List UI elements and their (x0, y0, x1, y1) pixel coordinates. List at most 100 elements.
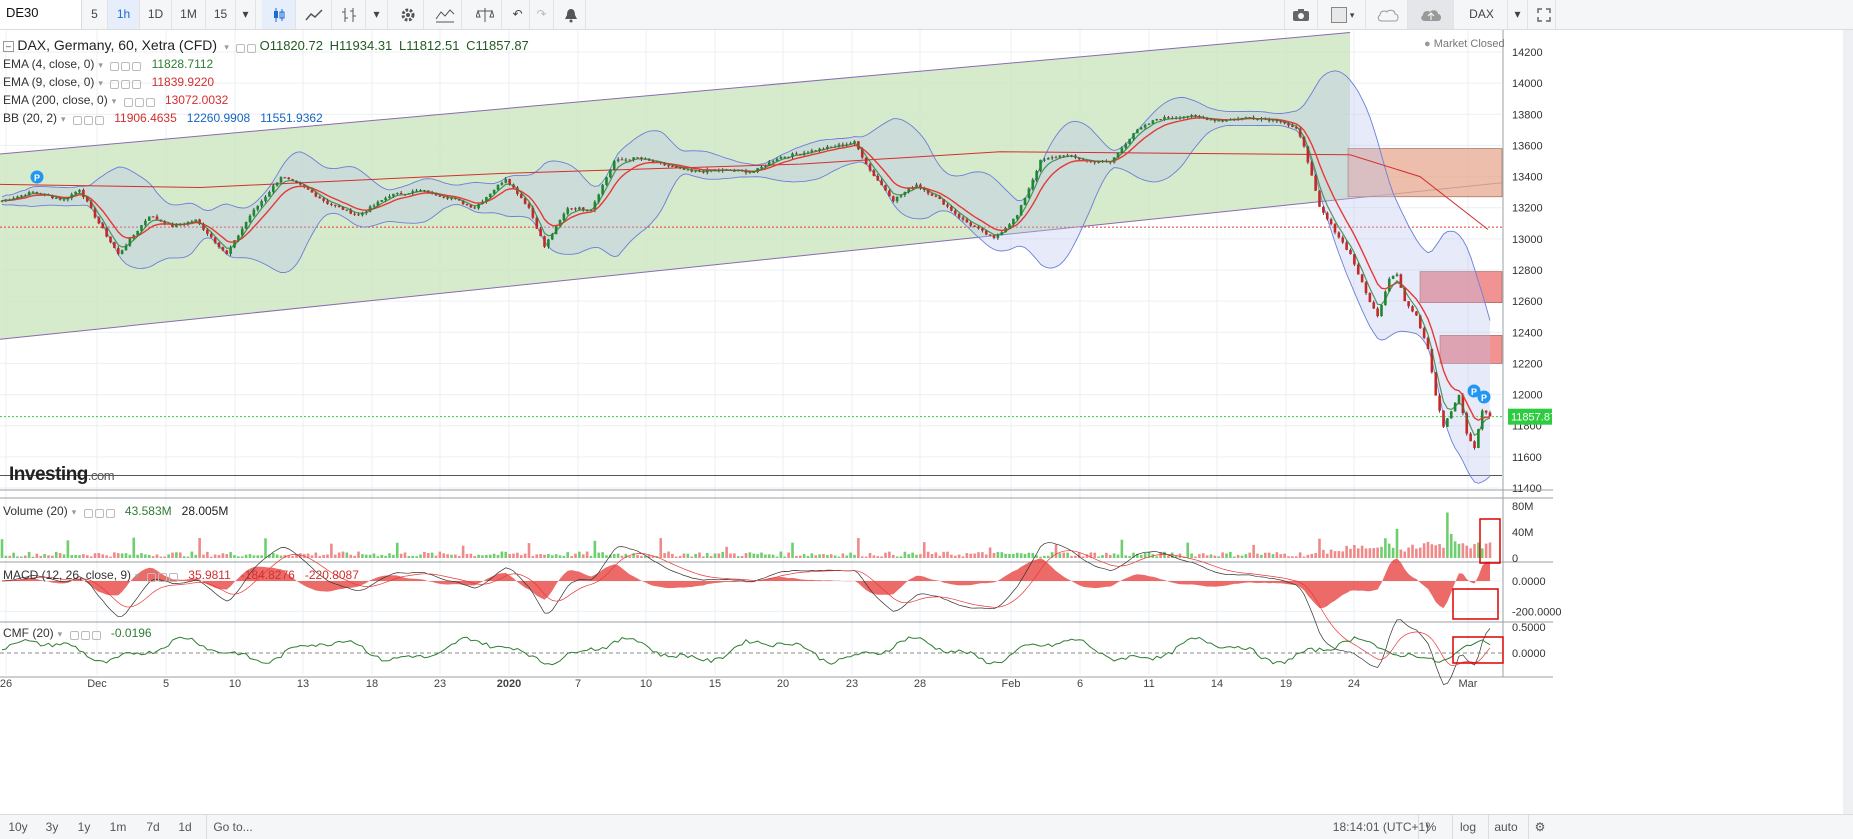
range-1d[interactable]: 1d (172, 815, 198, 839)
range-1y[interactable]: 1y (72, 815, 96, 839)
volume-bar (1248, 552, 1252, 558)
cmf-settings-icons[interactable] (69, 629, 108, 640)
redo-icon[interactable]: ↷ (530, 0, 554, 29)
volume-bar (1012, 553, 1015, 558)
range-10y[interactable]: 10y (4, 815, 32, 839)
candle-body (1376, 308, 1379, 317)
volume-bar (434, 555, 438, 558)
interval-dropdown-icon[interactable]: ▾ (236, 0, 256, 29)
candle-body (113, 242, 116, 249)
settings-gear-icon[interactable]: ⚙ (1528, 815, 1551, 839)
candle-body (992, 235, 996, 239)
undo-icon[interactable]: ↶ (506, 0, 530, 29)
bb-settings-icons[interactable] (72, 114, 111, 125)
fullscreen-icon[interactable] (1532, 0, 1556, 29)
goto-button[interactable]: Go to... (206, 815, 259, 839)
candle-body (1023, 197, 1027, 206)
candle-body (101, 223, 105, 229)
bb-label: BB (20, 2) (3, 111, 58, 125)
candle-body (279, 177, 283, 183)
volume-bar (1236, 554, 1240, 558)
main-settings-icons[interactable] (236, 42, 257, 53)
cloud-download-icon[interactable] (1368, 0, 1408, 29)
macd-settings-icons[interactable] (146, 571, 185, 582)
volume-bar (1473, 544, 1476, 558)
cloud-upload-icon[interactable] (1408, 0, 1454, 29)
volume-bar (698, 552, 701, 558)
cmf-caret-icon[interactable]: ▾ (58, 629, 63, 639)
symbol-input[interactable]: DE30 (0, 0, 82, 29)
indicators-icon[interactable] (428, 0, 462, 29)
volume-bar (1081, 556, 1085, 558)
candle-body (144, 220, 147, 226)
candle-body (1411, 306, 1414, 312)
log-toggle[interactable]: log (1452, 815, 1483, 839)
volume-bar (1426, 541, 1430, 558)
candle-body (206, 229, 209, 234)
volume-bar (1232, 556, 1236, 558)
interval-15[interactable]: 15 (206, 0, 236, 29)
pivot-marker-label: P (1471, 387, 1477, 397)
ema9-caret-icon[interactable]: ▾ (98, 78, 103, 88)
right-scrollbar[interactable] (1843, 30, 1853, 814)
ema4-caret-icon[interactable]: ▾ (98, 60, 103, 70)
macd-caret-icon[interactable]: ▾ (135, 571, 140, 581)
line-chart-icon[interactable] (296, 0, 332, 29)
chart-area[interactable]: 26 Dec 5 10 13 18 23 2020 7 10 15 20 23 28 Feb 6 11 14 19 2… (0, 30, 1843, 814)
alert-icon[interactable] (556, 0, 586, 29)
volume-bar (694, 553, 697, 558)
chart-type-dropdown-icon[interactable]: ▾ (366, 0, 388, 29)
right-symbol-dropdown-icon[interactable]: ▾ (1508, 0, 1528, 29)
ema200-settings-icons[interactable] (123, 96, 162, 107)
candle-body (1054, 157, 1058, 159)
range-1m[interactable]: 1m (104, 815, 132, 839)
volume-bar (779, 551, 783, 558)
volume-bar (1201, 553, 1205, 558)
ema4-settings-icons[interactable] (110, 60, 148, 71)
volume-bar (213, 554, 217, 558)
ema9-settings-icons[interactable] (110, 78, 148, 89)
bb-caret-icon[interactable]: ▾ (61, 114, 66, 124)
x-tick-label: Dec (87, 678, 107, 690)
volume-bar (1415, 548, 1418, 558)
auto-toggle[interactable]: auto (1488, 815, 1523, 839)
right-symbol-label[interactable]: DAX (1456, 0, 1508, 29)
candle-body (620, 159, 624, 161)
volume-bar (1360, 545, 1364, 558)
volume-bar (1442, 547, 1445, 558)
volume-caret-icon[interactable]: ▾ (72, 507, 77, 517)
volume-bar (78, 555, 81, 558)
volume-bar (116, 553, 120, 558)
camera-icon[interactable] (1284, 0, 1318, 29)
volume-bar (392, 554, 395, 558)
volume-bar (333, 554, 337, 558)
gear-icon[interactable] (392, 0, 424, 29)
candlestick-icon[interactable] (262, 0, 296, 29)
volume-settings-icons[interactable] (83, 507, 122, 518)
volume-bar (946, 551, 949, 558)
interval-1m[interactable]: 1M (172, 0, 206, 29)
main-caret-icon[interactable]: ▾ (224, 42, 229, 52)
volume-bar (155, 554, 159, 558)
volume-bar (1008, 554, 1011, 558)
candle-body (969, 222, 973, 226)
volume-bar (101, 554, 105, 558)
range-3y[interactable]: 3y (40, 815, 64, 839)
interval-5[interactable]: 5 (82, 0, 108, 29)
candle-body (977, 226, 980, 229)
bar-type-icon[interactable] (332, 0, 366, 29)
candle-body (287, 177, 291, 180)
interval-1d[interactable]: 1D (140, 0, 172, 29)
volume-bar (1128, 556, 1131, 558)
percent-toggle[interactable]: % (1418, 815, 1443, 839)
compare-icon[interactable] (468, 0, 502, 29)
candle-body (155, 216, 159, 220)
volume-bar (252, 555, 256, 558)
collapse-legend-icon[interactable]: – (3, 41, 14, 53)
range-7d[interactable]: 7d (140, 815, 166, 839)
main-legend: – DAX, Germany, 60, Xetra (CFD) ▾ O11820… (3, 37, 529, 53)
ema200-value: 13072.0032 (164, 93, 229, 107)
layout-icon[interactable]: ▾ (1320, 0, 1366, 29)
ema200-caret-icon[interactable]: ▾ (112, 96, 117, 106)
interval-1h[interactable]: 1h (108, 0, 140, 29)
